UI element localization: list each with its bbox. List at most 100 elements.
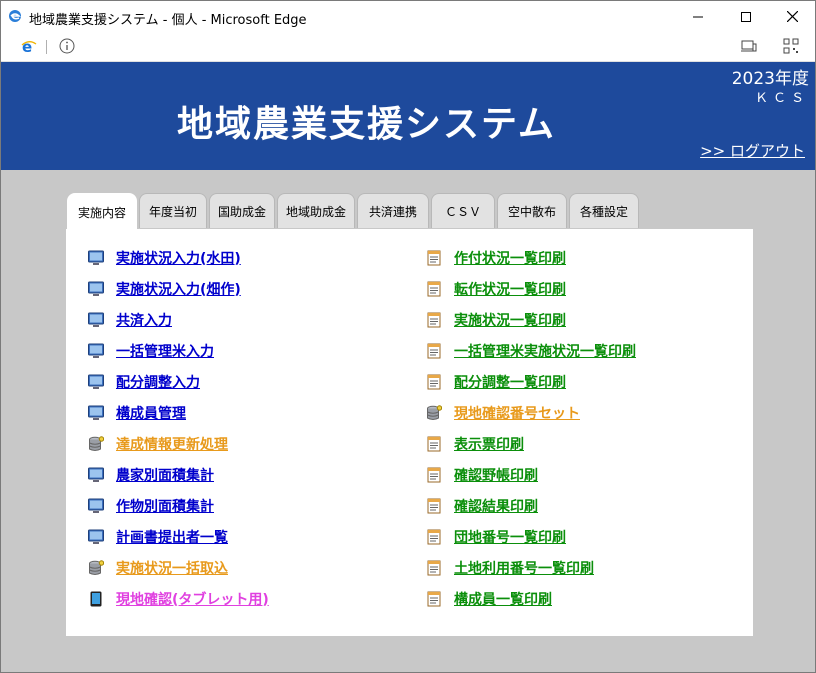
fiscal-year: 2023年度	[731, 69, 809, 89]
report-icon	[426, 560, 442, 576]
menu-item[interactable]: 達成情報更新処理	[88, 428, 408, 459]
report-icon	[426, 281, 442, 297]
database-icon	[426, 404, 443, 421]
menu-item[interactable]: 構成員一覧印刷	[426, 583, 746, 614]
address-bar: e	[1, 32, 815, 62]
tab-nendo-tosho[interactable]: 年度当初	[139, 193, 207, 228]
tab-kuni-joseikin[interactable]: 国助成金	[209, 193, 275, 228]
menu-item[interactable]: 確認結果印刷	[426, 490, 746, 521]
report-icon	[426, 250, 442, 266]
svg-text:e: e	[22, 38, 32, 54]
menu-item[interactable]: 一括管理米実施状況一覧印刷	[426, 335, 746, 366]
menu-item[interactable]: 共済入力	[88, 304, 408, 335]
menu-link[interactable]: 配分調整入力	[116, 372, 200, 392]
menu-link[interactable]: 作付状況一覧印刷	[454, 248, 566, 268]
report-icon	[426, 529, 442, 545]
menu-item[interactable]: 土地利用番号一覧印刷	[426, 552, 746, 583]
menu-item[interactable]: 実施状況入力(畑作)	[88, 273, 408, 304]
menu-link[interactable]: 計画書提出者一覧	[116, 527, 228, 547]
address-divider	[46, 40, 47, 54]
title-bar: 地域農業支援システム - 個人 - Microsoft Edge	[1, 1, 815, 32]
org-name: ＫＣＳ	[754, 91, 809, 106]
tab-jisshi-naiyo[interactable]: 実施内容	[67, 193, 137, 230]
menu-item[interactable]: 作物別面積集計	[88, 490, 408, 521]
tablet-icon	[88, 591, 104, 607]
monitor-icon	[88, 281, 104, 297]
menu-link[interactable]: 現地確認(タブレット用)	[116, 589, 269, 609]
window-title: 地域農業支援システム - 個人 - Microsoft Edge	[29, 13, 307, 28]
report-icon	[426, 436, 442, 452]
menu-link[interactable]: 構成員管理	[116, 403, 186, 423]
menu-link[interactable]: 共済入力	[116, 310, 172, 330]
menu-item[interactable]: 農家別面積集計	[88, 459, 408, 490]
menu-link[interactable]: 確認結果印刷	[454, 496, 538, 516]
qr-code-icon[interactable]	[783, 38, 799, 54]
menu-link[interactable]: 表示票印刷	[454, 434, 524, 454]
database-icon	[88, 435, 105, 452]
menu-link[interactable]: 実施状況一覧印刷	[454, 310, 566, 330]
monitor-icon	[88, 374, 104, 390]
menu-item[interactable]: 現地確認(タブレット用)	[88, 583, 408, 614]
system-title: 地域農業支援システム	[177, 104, 556, 145]
menu-link[interactable]: 作物別面積集計	[116, 496, 214, 516]
menu-item[interactable]: 表示票印刷	[426, 428, 746, 459]
minimize-icon	[693, 16, 703, 17]
report-icon	[426, 374, 442, 390]
menu-link[interactable]: 農家別面積集計	[116, 465, 214, 485]
menu-item[interactable]: 配分調整一覧印刷	[426, 366, 746, 397]
menu-item[interactable]: 転作状況一覧印刷	[426, 273, 746, 304]
monitor-icon	[88, 250, 104, 266]
menu-link[interactable]: 現地確認番号セット	[454, 403, 580, 423]
edge-icon	[9, 10, 21, 22]
monitor-icon	[88, 405, 104, 421]
report-icon	[426, 467, 442, 483]
menu-link[interactable]: 土地利用番号一覧印刷	[454, 558, 594, 578]
menu-link[interactable]: 一括管理米実施状況一覧印刷	[454, 341, 636, 361]
tab-kyosai-renkei[interactable]: 共済連携	[357, 193, 429, 228]
monitor-icon	[88, 498, 104, 514]
menu-item[interactable]: 実施状況一括取込	[88, 552, 408, 583]
device-icon[interactable]	[741, 38, 757, 54]
menu-item[interactable]: 作付状況一覧印刷	[426, 242, 746, 273]
report-icon	[426, 498, 442, 514]
menu-link[interactable]: 達成情報更新処理	[116, 434, 228, 454]
menu-link[interactable]: 実施状況入力(水田)	[116, 248, 241, 268]
close-icon	[786, 11, 798, 22]
tab-kakushu-settei[interactable]: 各種設定	[569, 193, 639, 228]
menu-item[interactable]: 計画書提出者一覧	[88, 521, 408, 552]
logout-link[interactable]: >> ログアウト	[700, 140, 805, 161]
monitor-icon	[88, 343, 104, 359]
menu-link[interactable]: 実施状況入力(畑作)	[116, 279, 241, 299]
report-icon	[426, 343, 442, 359]
menu-link[interactable]: 一括管理米入力	[116, 341, 214, 361]
tab-csv[interactable]: ＣＳＶ	[431, 193, 495, 228]
info-icon[interactable]	[59, 38, 75, 54]
monitor-icon	[88, 467, 104, 483]
monitor-icon	[88, 529, 104, 545]
menu-link[interactable]: 転作状況一覧印刷	[454, 279, 566, 299]
ie-mode-icon[interactable]: e	[21, 38, 37, 54]
menu-link[interactable]: 実施状況一括取込	[116, 558, 228, 578]
menu-link[interactable]: 配分調整一覧印刷	[454, 372, 566, 392]
maximize-button[interactable]	[723, 1, 769, 32]
menu-panel: 実施状況入力(水田) 実施状況入力(畑作) 共済入力 一括管理米入力 配分調整入力 構成員…	[66, 229, 753, 636]
menu-item[interactable]: 団地番号一覧印刷	[426, 521, 746, 552]
menu-item[interactable]: 一括管理米入力	[88, 335, 408, 366]
menu-item[interactable]: 実施状況入力(水田)	[88, 242, 408, 273]
menu-item[interactable]: 配分調整入力	[88, 366, 408, 397]
maximize-icon	[741, 11, 751, 22]
app-header: 地域農業支援システム 2023年度 ＫＣＳ >> ログアウト	[1, 62, 815, 170]
menu-item[interactable]: 現地確認番号セット	[426, 397, 746, 428]
menu-link[interactable]: 確認野帳印刷	[454, 465, 538, 485]
tab-kuchu-sanpu[interactable]: 空中散布	[497, 193, 567, 228]
close-button[interactable]	[769, 1, 815, 32]
database-icon	[88, 559, 105, 576]
minimize-button[interactable]	[675, 1, 721, 32]
menu-item[interactable]: 実施状況一覧印刷	[426, 304, 746, 335]
monitor-icon	[88, 312, 104, 328]
menu-item[interactable]: 構成員管理	[88, 397, 408, 428]
menu-link[interactable]: 団地番号一覧印刷	[454, 527, 566, 547]
menu-item[interactable]: 確認野帳印刷	[426, 459, 746, 490]
tab-chiiki-joseikin[interactable]: 地域助成金	[277, 193, 355, 228]
menu-link[interactable]: 構成員一覧印刷	[454, 589, 552, 609]
